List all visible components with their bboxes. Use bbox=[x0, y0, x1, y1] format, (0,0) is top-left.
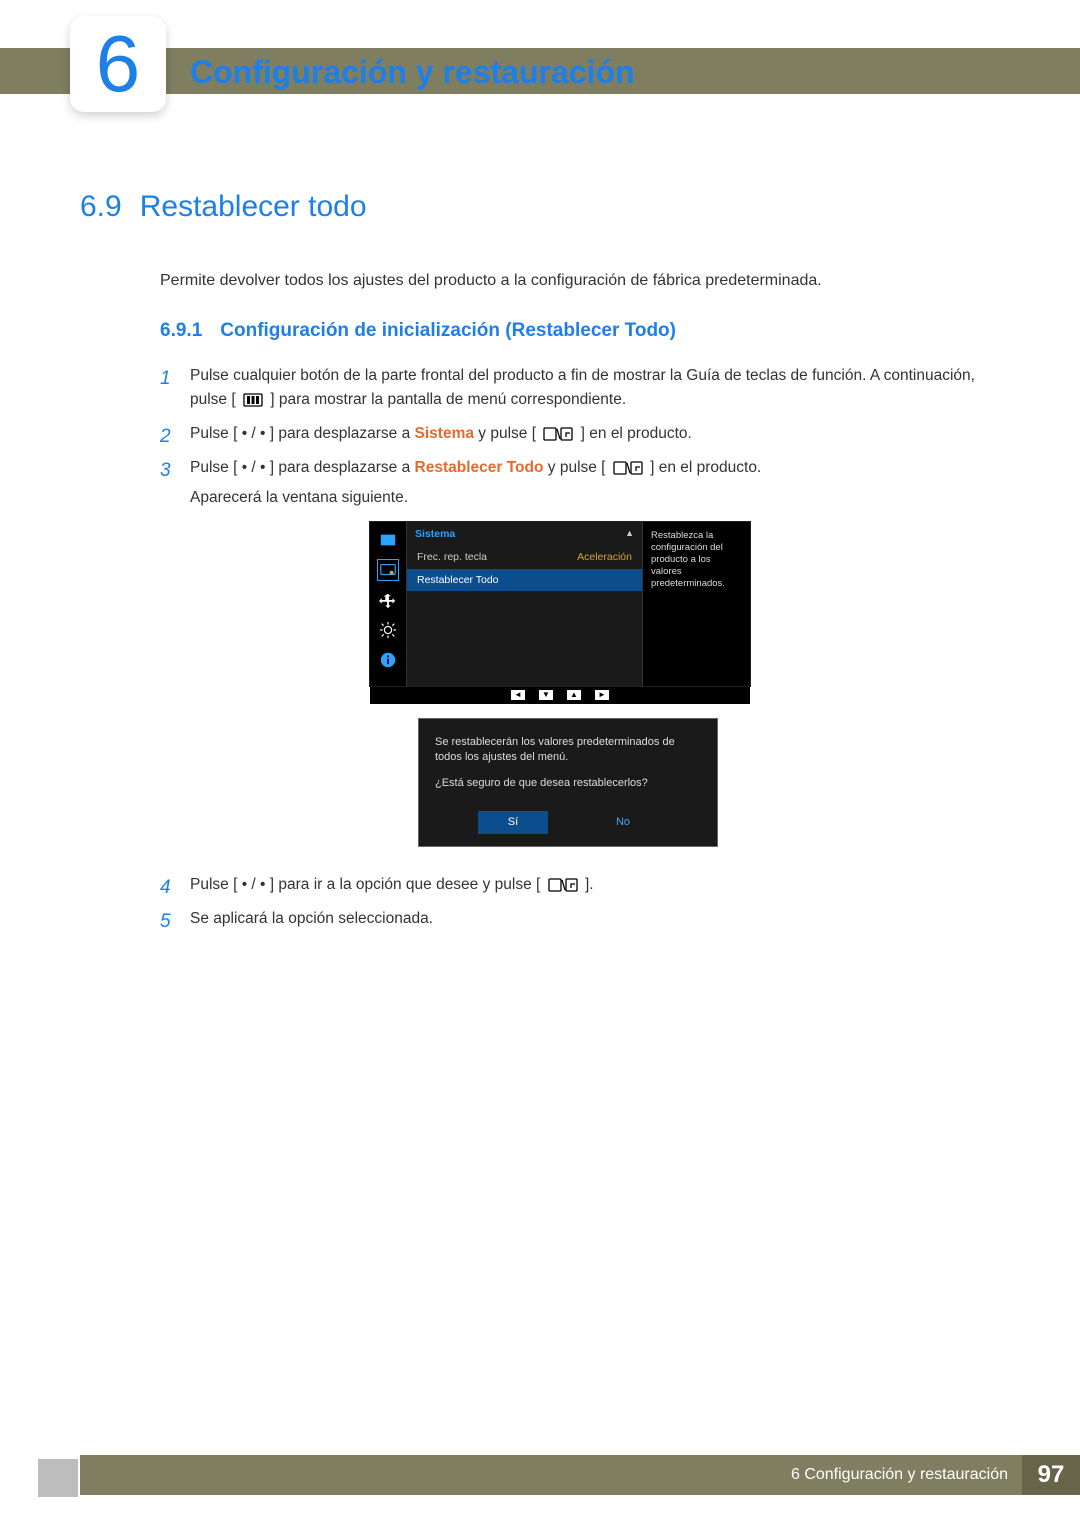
subsection-title: Configuración de inicialización (Restabl… bbox=[220, 320, 676, 342]
nav-right-icon: ► bbox=[595, 690, 609, 700]
dialog-no-button[interactable]: No bbox=[588, 811, 658, 834]
osd-row-freq: Frec. rep. tecla Aceleración bbox=[407, 546, 642, 568]
footer-bar: 6 Configuración y restauración 97 bbox=[80, 1455, 1080, 1495]
step-3-highlight: Restablecer Todo bbox=[415, 459, 544, 476]
section-title: Restablecer todo bbox=[140, 190, 367, 224]
osd-row-freq-value: Aceleración bbox=[577, 549, 632, 565]
step-1: Pulse cualquier botón de la parte fronta… bbox=[160, 364, 1000, 422]
step-3: Pulse [ • / • ] para desplazarse a Resta… bbox=[160, 456, 1000, 873]
footer-shadow bbox=[38, 1459, 78, 1497]
settings-icon bbox=[378, 620, 398, 640]
enter-icon bbox=[610, 459, 646, 475]
step-2: Pulse [ • / • ] para desplazarse a Siste… bbox=[160, 422, 1000, 456]
section-heading: 6.9 Restablecer todo bbox=[80, 190, 1000, 224]
step-3-text-c: ] en el producto. bbox=[650, 459, 761, 476]
chapter-number: 6 bbox=[96, 24, 141, 104]
subsection-heading: 6.9.1 Configuración de inicialización (R… bbox=[160, 320, 1000, 342]
enter-icon bbox=[540, 425, 576, 441]
up-triangle-icon: ▲ bbox=[625, 527, 634, 541]
size-icon bbox=[378, 590, 398, 610]
section-number: 6.9 bbox=[80, 190, 122, 224]
osd-row-reset: Restablecer Todo bbox=[407, 569, 642, 591]
osd-figure: Sistema ▲ Frec. rep. tecla Aceleración R… bbox=[370, 522, 1000, 847]
osd-row-freq-label: Frec. rep. tecla bbox=[417, 549, 487, 565]
osd-row-reset-label: Restablecer Todo bbox=[417, 572, 499, 588]
step-3-text-a: Pulse [ • / • ] para desplazarse a bbox=[190, 459, 415, 476]
osd-help-text: Restablezca la configuración del product… bbox=[642, 522, 750, 686]
subsection-number: 6.9.1 bbox=[160, 320, 202, 342]
osd-main: Sistema ▲ Frec. rep. tecla Aceleración R… bbox=[406, 522, 642, 686]
step-4: Pulse [ • / • ] para ir a la opción que … bbox=[160, 873, 1000, 907]
section-intro: Permite devolver todos los ajustes del p… bbox=[160, 272, 1000, 290]
osd-sidebar bbox=[370, 522, 406, 686]
dialog-question: ¿Está seguro de que desea restablecerlos… bbox=[435, 776, 701, 791]
menu-icon bbox=[240, 391, 266, 407]
dialog-yes-button[interactable]: Sí bbox=[478, 811, 548, 834]
step-3-text-b: y pulse [ bbox=[548, 459, 606, 476]
step-4-text-a: Pulse [ • / • ] para ir a la opción que … bbox=[190, 876, 540, 893]
picture-icon bbox=[378, 530, 398, 550]
step-2-text-a: Pulse [ • / • ] para desplazarse a bbox=[190, 425, 415, 442]
steps-list: Pulse cualquier botón de la parte fronta… bbox=[160, 364, 1000, 941]
confirm-dialog: Se restablecerán los valores predetermin… bbox=[418, 718, 718, 847]
dialog-message: Se restablecerán los valores predetermin… bbox=[435, 735, 701, 766]
page-number: 97 bbox=[1038, 1461, 1065, 1489]
footer-label: 6 Configuración y restauración bbox=[791, 1466, 1008, 1484]
step-2-text-b: y pulse [ bbox=[478, 425, 536, 442]
step-2-highlight: Sistema bbox=[415, 425, 474, 442]
chapter-title: Configuración y restauración bbox=[190, 54, 635, 91]
osd-title: Sistema bbox=[415, 526, 455, 542]
nav-down-icon: ▼ bbox=[539, 690, 553, 700]
nav-left-icon: ◄ bbox=[511, 690, 525, 700]
step-4-text-b: ]. bbox=[585, 876, 594, 893]
osd-nav-bar: ◄ ▼ ▲ ► bbox=[370, 686, 750, 704]
chapter-badge: 6 bbox=[70, 16, 166, 112]
nav-up-icon: ▲ bbox=[567, 690, 581, 700]
step-3-after: Aparecerá la ventana siguiente. bbox=[190, 486, 1000, 510]
enter-icon bbox=[545, 876, 581, 892]
step-1-text-b: ] para mostrar la pantalla de menú corre… bbox=[270, 391, 626, 408]
info-icon bbox=[378, 650, 398, 670]
screen-icon bbox=[378, 560, 398, 580]
step-5-text: Se aplicará la opción seleccionada. bbox=[190, 910, 433, 927]
page-box: 97 bbox=[1022, 1455, 1080, 1495]
step-5: Se aplicará la opción seleccionada. bbox=[160, 907, 1000, 941]
step-2-text-c: ] en el producto. bbox=[581, 425, 692, 442]
